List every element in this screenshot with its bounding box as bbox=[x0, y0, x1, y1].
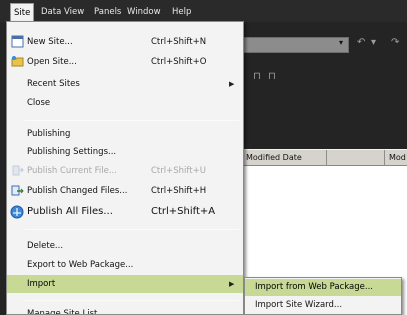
new-site-icon bbox=[10, 35, 24, 49]
undo-icon[interactable]: ↶ bbox=[357, 38, 365, 48]
menu-item-publish-current-file[interactable]: Publish Current File... Ctrl+Shift+U bbox=[7, 162, 243, 180]
menu-item-open-site[interactable]: Open Site... Ctrl+Shift+O bbox=[7, 53, 243, 71]
publish-all-icon bbox=[10, 205, 24, 219]
publish-file-icon bbox=[10, 164, 24, 178]
dropdown-arrow-icon[interactable]: ▾ bbox=[371, 38, 376, 48]
menu-item-recent-sites[interactable]: Recent Sites ▶ bbox=[7, 75, 243, 93]
redo-icon[interactable]: ↷ bbox=[391, 38, 399, 48]
menu-item-publishing-settings[interactable]: Publishing Settings... bbox=[7, 143, 243, 161]
menu-item-new-site[interactable]: New Site... Ctrl+Shift+N bbox=[7, 33, 243, 51]
file-list-header: e Modified Date Mod bbox=[228, 149, 407, 166]
toolbar-icon[interactable]: ⊓ bbox=[253, 72, 261, 82]
submenu-arrow-icon: ▶ bbox=[229, 80, 235, 88]
publish-changed-icon bbox=[10, 184, 24, 198]
toolbar-icon[interactable]: ⊓ bbox=[268, 72, 276, 82]
menu-data-view[interactable]: Data View bbox=[38, 5, 87, 19]
menu-item-import[interactable]: Import ▶ bbox=[7, 275, 243, 293]
menu-item-publish-changed-files[interactable]: Publish Changed Files... Ctrl+Shift+H bbox=[7, 182, 243, 200]
menubar: Site Data View Panels Window Help bbox=[0, 0, 407, 22]
menu-site[interactable]: Site bbox=[10, 3, 35, 21]
menu-item-close[interactable]: Close bbox=[7, 94, 243, 112]
menu-item-import-site-wizard[interactable]: Import Site Wizard... bbox=[245, 297, 401, 314]
menu-item-export-web-package[interactable]: Export to Web Package... bbox=[7, 256, 243, 274]
menu-item-import-from-web-package[interactable]: Import from Web Package... bbox=[245, 279, 401, 296]
menu-item-manage-site-list[interactable]: Manage Site List... bbox=[7, 305, 243, 314]
open-folder-icon bbox=[10, 55, 24, 69]
menu-window[interactable]: Window bbox=[124, 5, 164, 19]
submenu-arrow-icon: ▶ bbox=[229, 280, 235, 288]
menu-separator bbox=[25, 120, 239, 121]
menu-item-publishing[interactable]: Publishing bbox=[7, 125, 243, 143]
site-menu: New Site... Ctrl+Shift+N Open Site... Ct… bbox=[6, 21, 244, 315]
menu-help[interactable]: Help bbox=[169, 5, 194, 19]
column-header-modified-date[interactable]: Modified Date bbox=[242, 150, 327, 166]
import-submenu: Import from Web Package... Import Site W… bbox=[244, 277, 402, 315]
menu-item-delete[interactable]: Delete... bbox=[7, 237, 243, 255]
address-bar[interactable] bbox=[238, 37, 349, 53]
menu-panels[interactable]: Panels bbox=[91, 5, 124, 19]
column-header-modified-by[interactable]: Mod bbox=[385, 150, 407, 166]
menu-separator bbox=[25, 300, 239, 301]
column-header-spacer[interactable] bbox=[327, 150, 385, 166]
menu-item-publish-all-files[interactable]: Publish All Files... Ctrl+Shift+A bbox=[7, 203, 243, 221]
menu-separator bbox=[25, 229, 239, 230]
dropdown-arrow-icon[interactable]: ▾ bbox=[339, 38, 343, 47]
